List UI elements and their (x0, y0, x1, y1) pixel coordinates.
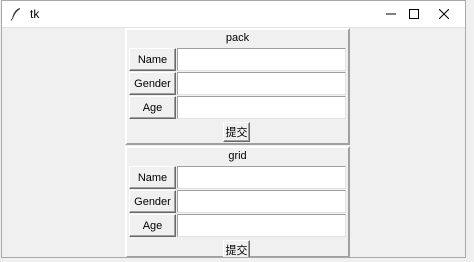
pack-gender-input[interactable] (177, 72, 346, 95)
grid-frame-title: grid (228, 150, 247, 162)
feather-icon (10, 7, 22, 21)
pack-row-age: Age (129, 96, 346, 119)
grid-frame: grid Name Gender Age 提交 (125, 146, 350, 257)
grid-name-input[interactable] (177, 166, 346, 189)
grid-age-label: Age (129, 214, 176, 237)
grid-submit-button[interactable]: 提交 (223, 240, 250, 257)
grid-gender-label: Gender (129, 190, 176, 213)
grid-row-age: Age (129, 214, 346, 237)
pack-row-gender: Gender (129, 72, 346, 95)
window-client-area: pack Name Gender Age 提交 grid Name Gender… (2, 28, 465, 257)
pack-name-input[interactable] (177, 48, 346, 71)
grid-age-input[interactable] (177, 214, 346, 237)
pack-frame-title: pack (225, 32, 250, 44)
maximize-icon (409, 9, 419, 19)
pack-row-name: Name (129, 48, 346, 71)
window-title: tk (30, 7, 40, 21)
close-button[interactable] (422, 1, 465, 27)
pack-age-label: Age (129, 96, 176, 119)
pack-name-label: Name (129, 48, 176, 71)
pack-gender-label: Gender (129, 72, 176, 95)
tk-window: tk pack Name Gender Age 提交 grid Name Gen… (1, 0, 466, 258)
title-bar[interactable]: tk (2, 1, 465, 28)
pack-frame: pack Name Gender Age 提交 (125, 28, 350, 145)
grid-name-label: Name (129, 166, 176, 189)
grid-row-name: Name (129, 166, 346, 189)
close-icon (439, 9, 449, 19)
pack-age-input[interactable] (177, 96, 346, 119)
pack-submit-button[interactable]: 提交 (223, 122, 250, 142)
grid-row-gender: Gender (129, 190, 346, 213)
grid-gender-input[interactable] (177, 190, 346, 213)
